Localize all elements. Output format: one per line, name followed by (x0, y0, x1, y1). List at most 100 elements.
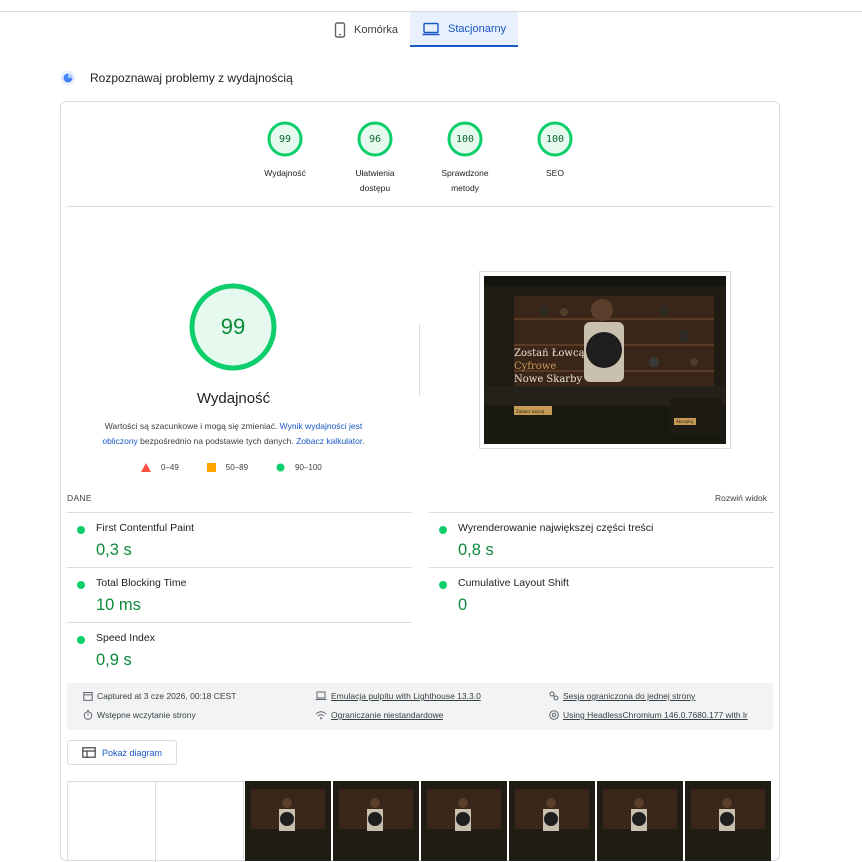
section-title: Rozpoznawaj problemy z wydajnością (90, 71, 293, 85)
frame-separator (155, 782, 156, 862)
gauge-ring: 100 (447, 121, 483, 157)
gauge-performance[interactable]: 99 Wydajność (245, 121, 325, 181)
performance-note: Wartości są szacunkowe i mogą się zmieni… (91, 419, 376, 449)
legend-pass: 90–100 (276, 463, 322, 472)
gauge-label-line1: SEO (546, 168, 564, 178)
info-emulation-text: Emulacja pulpitu with Lighthouse 13.3.0 (331, 691, 481, 701)
filmstrip-frame (685, 781, 771, 861)
gauge-ring: 100 (537, 121, 573, 157)
info-emulation[interactable]: Emulacja pulpitu with Lighthouse 13.3.0 (315, 691, 481, 701)
legend-average: 50–89 (206, 463, 249, 472)
filmstrip (67, 781, 773, 862)
expand-view-toggle[interactable]: Rozwiń widok (715, 493, 767, 503)
metric-speed-index: Speed Index 0,9 s (67, 622, 412, 677)
info-captured-text: Captured at 3 cze 2026, 00:18 CEST (97, 691, 237, 701)
phone-icon (334, 21, 346, 38)
calendar-icon (83, 692, 93, 701)
laptop-icon (315, 691, 327, 700)
section-header: Rozpoznawaj problemy z wydajnością (60, 70, 293, 86)
screenshot-cta: Zobacz więcej (516, 409, 544, 414)
info-throttling-text: Ograniczanie niestandardowe (331, 710, 444, 720)
filmstrip-frame (333, 781, 419, 861)
gauge-score: 99 (278, 133, 292, 145)
metric-name: First Contentful Paint (96, 522, 195, 534)
note-text: bezpośrednio na podstawie tych danych. (137, 436, 297, 446)
gauge-label: SEO (515, 166, 595, 181)
gauge-label-line1: Sprawdzone (441, 168, 489, 178)
metric-value: 0 (458, 596, 468, 614)
metric-value: 10 ms (96, 596, 141, 614)
gauge-label-line1: Ułatwienia (355, 168, 395, 178)
metric-name: Wyrenderowanie największej części treści (458, 522, 654, 534)
gauge-label: Wydajność (245, 166, 325, 181)
note-text: . (362, 436, 365, 446)
gauge-label-line1: Wydajność (264, 168, 306, 178)
show-diagram-button[interactable]: Pokaż diagram (67, 740, 177, 765)
legend-range: 50–89 (225, 463, 249, 472)
pass-circle-icon (77, 581, 85, 589)
info-throttling[interactable]: Ograniczanie niestandardowe (315, 710, 443, 720)
screenshot-headline-2: Cyfrowe (514, 361, 556, 372)
metric-tbt: Total Blocking Time 10 ms (67, 567, 412, 622)
pass-circle-icon (439, 581, 447, 589)
run-info: Captured at 3 cze 2026, 00:18 CEST Wstęp… (67, 683, 773, 730)
metric-name: Speed Index (96, 632, 155, 644)
performance-score: 99 (220, 314, 246, 339)
final-screenshot[interactable]: Zostań Łowcą Cyfrowe Nowe Skarby Zobacz … (479, 271, 731, 449)
screenshot-headline-1: Zostań Łowcą (514, 348, 585, 359)
score-legend: 0–49 50–89 90–100 (141, 463, 322, 472)
info-captured: Captured at 3 cze 2026, 00:18 CEST (83, 691, 236, 701)
metric-cls: Cumulative Layout Shift 0 (429, 567, 774, 622)
info-session[interactable]: Sesja ograniczona do jednej strony (549, 691, 769, 701)
timer-icon (83, 710, 93, 720)
metric-value: 0,3 s (96, 541, 132, 559)
tab-desktop-label: Stacjonarny (448, 22, 507, 35)
metric-lcp: Wyrenderowanie największej części treści… (429, 512, 774, 567)
performance-gauge: 99 (188, 282, 278, 372)
pass-circle-icon (77, 636, 85, 644)
gauge-seo[interactable]: 100 SEO (515, 121, 595, 181)
gauge-label-line2: dostępu (359, 183, 391, 193)
gauge-score: 100 (545, 133, 565, 145)
metric-value: 0,9 s (96, 651, 132, 669)
lighthouse-icon (60, 70, 76, 86)
gauge-label: Ułatwienia dostępu (335, 166, 415, 196)
gauge-score: 96 (368, 133, 382, 145)
filmstrip-frame (245, 781, 331, 861)
metric-name: Total Blocking Time (96, 577, 187, 589)
gauge-ring: 99 (267, 121, 303, 157)
calculator-link[interactable]: Zobacz kalkulator (296, 436, 362, 446)
legend-fail: 0–49 (141, 463, 179, 472)
metric-name: Cumulative Layout Shift (458, 577, 569, 589)
filmstrip-blank-frames (67, 781, 244, 862)
diagram-icon (82, 747, 96, 758)
performance-title: Wydajność (196, 390, 271, 407)
gauge-ring: 96 (357, 121, 393, 157)
info-browser[interactable]: Using HeadlessChromium 146.0.7680.177 wi… (549, 710, 769, 720)
gauge-label: Sprawdzone metody (425, 166, 505, 196)
filmstrip-frame (597, 781, 683, 861)
square-icon (206, 463, 216, 472)
pass-circle-icon (439, 526, 447, 534)
gauge-accessibility[interactable]: 96 Ułatwienia dostępu (335, 121, 415, 196)
chrome-icon (549, 710, 559, 720)
show-diagram-label: Pokaż diagram (102, 747, 163, 758)
legend-range: 90–100 (295, 463, 322, 472)
filmstrip-frame (421, 781, 507, 861)
legend-range: 0–49 (161, 463, 179, 472)
note-text: Wartości są szacunkowe i mogą się zmieni… (104, 421, 280, 431)
category-gauges: 99 Wydajność 96 Ułatwienia dostępu 100 Sp… (61, 121, 779, 201)
gauge-score: 100 (455, 133, 475, 145)
wifi-icon (315, 711, 327, 720)
gauges-divider (67, 206, 773, 207)
device-tabs: Komórka Stacjonarny (322, 12, 519, 47)
info-session-text: Sesja ograniczona do jednej strony (563, 691, 696, 701)
tab-mobile-label: Komórka (354, 23, 399, 36)
tab-desktop[interactable]: Stacjonarny (410, 12, 519, 47)
tab-mobile[interactable]: Komórka (322, 12, 410, 47)
pass-circle-icon (77, 526, 85, 534)
session-icon (549, 691, 559, 701)
vertical-separator (419, 324, 420, 396)
info-browser-text: Using HeadlessChromium 146.0.7680.177 wi… (563, 710, 748, 720)
gauge-best-practices[interactable]: 100 Sprawdzone metody (425, 121, 505, 196)
